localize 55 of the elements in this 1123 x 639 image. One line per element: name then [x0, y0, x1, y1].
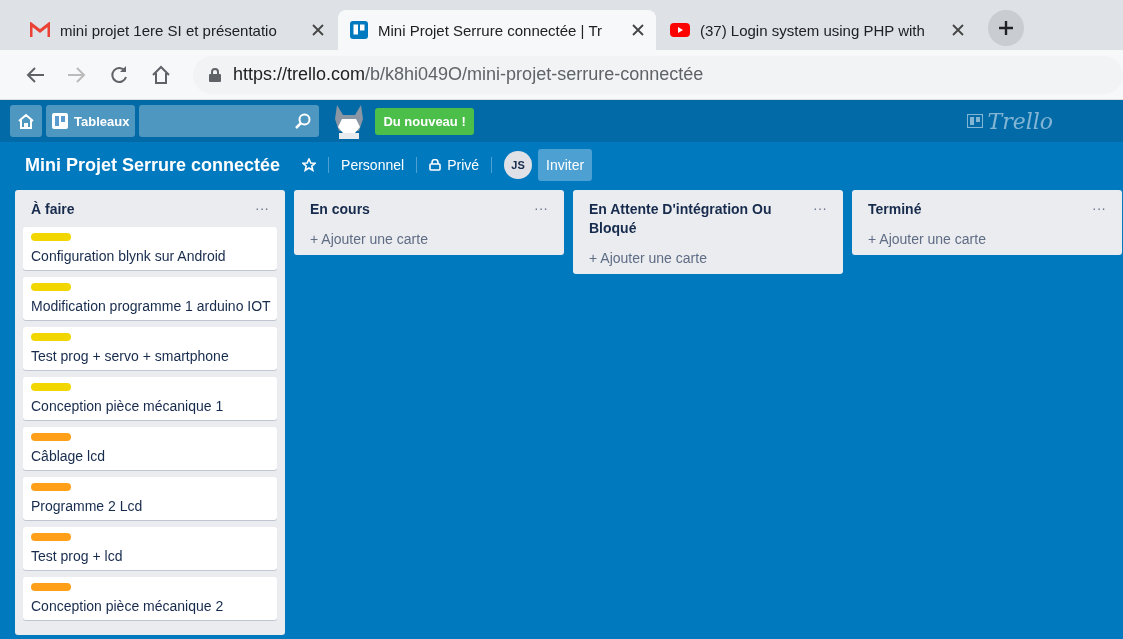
task-card[interactable]: Programme 2 Lcd	[23, 477, 277, 520]
team-button[interactable]: Personnel	[341, 157, 405, 173]
card-title: Test prog + lcd	[31, 548, 123, 564]
task-card[interactable]: Configuration blynk sur Android	[23, 227, 277, 270]
add-card-button[interactable]: + Ajouter une carte	[581, 246, 835, 266]
board-icon	[350, 21, 368, 39]
lock-icon	[429, 159, 442, 171]
close-icon[interactable]	[312, 24, 324, 36]
close-icon[interactable]	[632, 24, 644, 36]
list-menu[interactable]: ···	[1092, 200, 1106, 216]
list-title[interactable]: Terminé	[868, 200, 922, 219]
card-title: Test prog + servo + smartphone	[31, 348, 229, 364]
list-title[interactable]: En Attente D'intégration Ou Bloqué	[589, 200, 805, 238]
card-title: Configuration blynk sur Android	[31, 248, 226, 264]
list-menu[interactable]: ···	[813, 200, 827, 216]
new-tab-button[interactable]	[988, 10, 1024, 46]
search-icon	[295, 113, 312, 129]
play-icon	[670, 23, 690, 37]
plus-icon	[998, 20, 1014, 36]
list-menu[interactable]: ···	[255, 200, 269, 216]
task-card[interactable]: Câblage lcd	[23, 427, 277, 470]
close-icon[interactable]	[952, 24, 964, 36]
star-icon[interactable]	[302, 158, 317, 172]
card-title: Conception pièce mécanique 2	[31, 598, 224, 614]
list-menu[interactable]: ···	[534, 200, 548, 216]
task-card[interactable]: Conception pièce mécanique 1	[23, 377, 277, 420]
task-card[interactable]: Modification programme 1 arduino IOT	[23, 277, 277, 320]
browser-tab[interactable]: Mini Projet Serrure connectée | Tr	[338, 10, 656, 50]
add-card-button[interactable]: + Ajouter une carte	[302, 227, 556, 247]
task-card[interactable]: Test prog + servo + smartphone	[23, 327, 277, 370]
card-title: Conception pièce mécanique 1	[31, 398, 224, 414]
reload-icon[interactable]	[109, 64, 129, 85]
address-field[interactable]: https://trello.com/b/k8hi049O/mini-projet-serrure-connectée	[193, 55, 1123, 94]
home-button[interactable]	[10, 105, 42, 137]
trello-logo: Trello	[967, 108, 1053, 134]
back-icon[interactable]	[25, 65, 45, 84]
home-icon[interactable]	[151, 64, 171, 85]
add-card-button[interactable]: + Ajouter une carte	[860, 227, 1114, 247]
list-title[interactable]: En cours	[310, 200, 370, 219]
lock-icon	[209, 67, 221, 82]
card-title: Câblage lcd	[31, 448, 105, 464]
browser-tab[interactable]: (37) Login system using PHP with	[658, 10, 976, 50]
card-title: Modification programme 1 arduino IOT	[31, 298, 271, 314]
search-field[interactable]	[139, 105, 320, 137]
member-avatar[interactable]: JS	[504, 151, 533, 179]
mail-icon	[30, 22, 50, 38]
board-icon	[52, 113, 68, 129]
browser-tab[interactable]: mini projet 1ere SI et présentatio	[18, 10, 336, 50]
card-title: Programme 2 Lcd	[31, 498, 143, 514]
visibility-button[interactable]: Privé	[429, 157, 480, 173]
task-card[interactable]: Conception pièce mécanique 2	[23, 577, 277, 620]
list-title[interactable]: À faire	[31, 200, 75, 219]
task-card[interactable]: Test prog + lcd	[23, 527, 277, 570]
home-icon	[18, 113, 34, 129]
board-title[interactable]: Mini Projet Serrure connectée	[25, 154, 281, 176]
